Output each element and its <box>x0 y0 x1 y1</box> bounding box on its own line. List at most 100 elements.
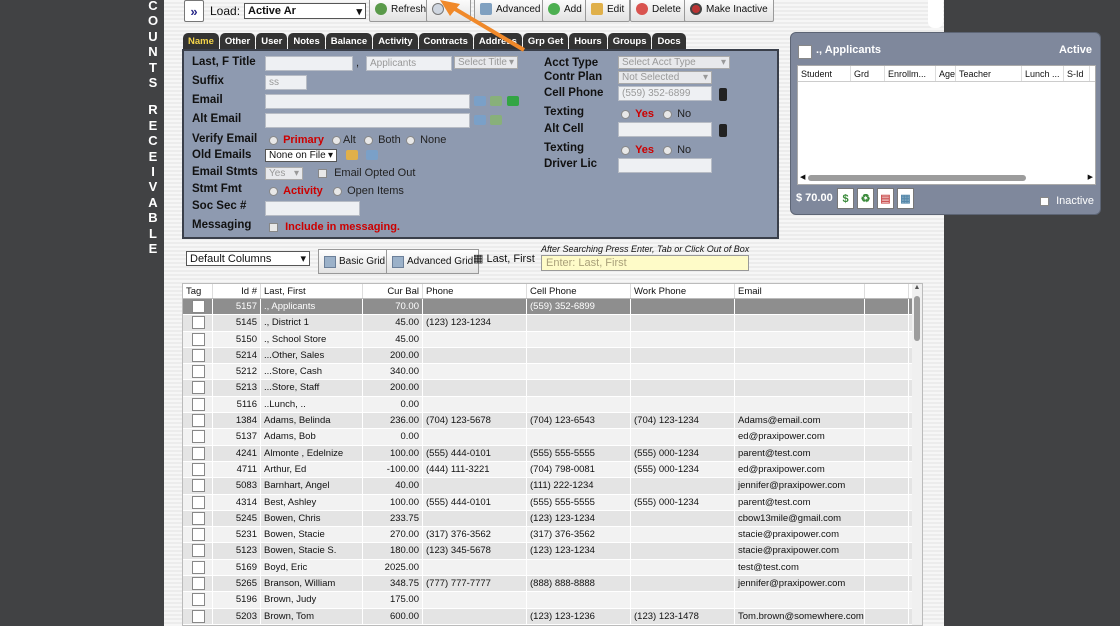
row-tag-checkbox[interactable] <box>192 332 205 346</box>
table-row[interactable]: 4314 Best, Ashley 100.00 (555) 444-0101 (555… <box>183 494 922 511</box>
table-row[interactable]: 5145., District 1 45.00 (123) 123-1234 <box>183 315 922 332</box>
table-row[interactable]: 5137 Adams, Bob 0.00 ed@praxipower.com <box>183 429 922 446</box>
row-tag-checkbox[interactable] <box>192 300 205 313</box>
tag-cell[interactable] <box>183 429 213 445</box>
email-input[interactable] <box>265 94 470 109</box>
make-inactive-button[interactable]: Make Inactive <box>684 0 774 22</box>
table-row[interactable]: 5231 Bowen, Stacie 270.00 (317) 376-3562 (31… <box>183 527 922 544</box>
students-column-header[interactable]: Student <box>798 66 851 81</box>
column-header[interactable]: Tag <box>183 284 213 298</box>
students-column-header[interactable]: Grd <box>851 66 885 81</box>
contr-plan-select[interactable]: Not Selected ▾ <box>618 71 712 84</box>
email-opted-out-checkbox[interactable]: Email Opted Out <box>318 167 415 179</box>
row-tag-checkbox[interactable] <box>192 348 205 362</box>
tab-notes[interactable]: Notes <box>288 33 325 49</box>
messaging-checkbox[interactable]: Include in messaging. <box>269 221 400 233</box>
row-tag-checkbox[interactable] <box>192 316 205 330</box>
tag-cell[interactable] <box>183 543 213 559</box>
row-tag-checkbox[interactable] <box>192 479 205 493</box>
vertical-scrollbar[interactable]: ▲ <box>912 284 922 625</box>
table-row[interactable]: 5213 ...Store, Staff 200.00 <box>183 380 922 397</box>
refresh-button[interactable]: Refresh <box>369 0 433 22</box>
tag-cell[interactable] <box>183 445 213 461</box>
students-column-header[interactable]: Age <box>936 66 956 81</box>
column-header[interactable] <box>865 284 909 298</box>
row-tag-checkbox[interactable] <box>192 397 205 411</box>
table-row[interactable]: 5083 Barnhart, Angel 40.00 (111) 222-1234 je… <box>183 478 922 495</box>
texting-no-radio[interactable]: No <box>663 108 691 120</box>
table-row[interactable]: 4241 Almonte , Edelnize 100.00 (555) 444-01… <box>183 445 922 462</box>
row-tag-checkbox[interactable] <box>192 577 205 591</box>
inactive-checkbox[interactable]: Inactive <box>1040 195 1094 207</box>
tag-cell[interactable] <box>183 413 213 429</box>
verify-none-radio[interactable]: None <box>406 134 446 146</box>
horizontal-scroll-thumb[interactable] <box>808 175 1026 181</box>
table-row[interactable]: 5212 ...Store, Cash 340.00 <box>183 364 922 381</box>
tag-cell[interactable] <box>183 608 213 624</box>
tag-cell[interactable] <box>183 347 213 364</box>
old-emails-select[interactable]: None on File ▾ <box>265 149 337 162</box>
mailbox-icon[interactable] <box>366 150 378 160</box>
row-tag-checkbox[interactable] <box>192 495 205 509</box>
column-header[interactable]: Phone <box>423 284 527 298</box>
tag-cell[interactable] <box>183 576 213 592</box>
columns-select[interactable]: Default Columns ▾ <box>186 251 310 266</box>
table-row[interactable]: 5214 ...Other, Sales 200.00 <box>183 347 922 365</box>
column-header[interactable]: Email <box>735 284 865 298</box>
students-column-header[interactable]: Teacher <box>956 66 1022 81</box>
column-header[interactable]: Last, First <box>261 284 363 298</box>
table-row[interactable]: 5116 ..Lunch, .. 0.00 <box>183 396 922 414</box>
driver-lic-input[interactable] <box>618 158 712 173</box>
search-input[interactable]: Enter: Last, First <box>541 255 749 271</box>
table-row[interactable]: 5123 Bowen, Stacie S. 180.00 (123) 345-5678… <box>183 543 922 560</box>
row-tag-checkbox[interactable] <box>192 528 205 542</box>
row-tag-checkbox[interactable] <box>192 414 205 428</box>
table-row[interactable]: 5245 Bowen, Chris 233.75 (123) 123-1234 cbow… <box>183 510 922 528</box>
horizontal-scrollbar[interactable]: ◀ ▶ <box>800 174 1093 182</box>
tab-user[interactable]: User <box>256 33 288 49</box>
open-folder-icon[interactable] <box>346 150 358 160</box>
table-row[interactable]: 4711 Arthur, Ed -100.00 (444) 111-3221 (704)… <box>183 461 922 479</box>
verify-primary-radio[interactable]: Primary <box>269 134 324 146</box>
verify-both-radio[interactable]: Both <box>364 134 401 146</box>
table-row[interactable]: 5157., Applicants 70.00 (559) 352-6899 <box>183 299 922 316</box>
tag-cell[interactable] <box>183 592 213 608</box>
texting-yes-radio[interactable]: Yes <box>621 108 654 120</box>
row-tag-checkbox[interactable] <box>192 511 205 525</box>
title-select[interactable]: Select Title ▾ <box>454 56 518 69</box>
tag-cell[interactable] <box>183 396 213 413</box>
tag-cell[interactable] <box>183 510 213 527</box>
tag-cell[interactable] <box>183 315 213 331</box>
load-select[interactable]: Active Ar ▾ <box>244 3 367 19</box>
alt-texting-yes-radio[interactable]: Yes <box>621 144 654 156</box>
tag-cell[interactable] <box>183 299 213 315</box>
tab-name[interactable]: Name <box>183 33 219 49</box>
students-column-header[interactable]: Enrollm... <box>885 66 936 81</box>
expand-nav-button[interactable]: » <box>184 0 204 22</box>
verify-alt-radio[interactable]: Alt <box>332 134 356 146</box>
dollar-icon[interactable]: $ <box>837 188 854 209</box>
tab-activity[interactable]: Activity <box>373 33 418 49</box>
soc-sec-input[interactable] <box>265 201 360 216</box>
tab-groups[interactable]: Groups <box>607 33 652 49</box>
send-alt-email-icon[interactable] <box>490 115 502 125</box>
calendar-icon[interactable]: ▤ <box>877 188 894 209</box>
summary-select-checkbox[interactable] <box>798 45 812 59</box>
tab-hours[interactable]: Hours <box>569 33 607 49</box>
column-header[interactable]: Id # <box>213 284 261 298</box>
email-stmts-select[interactable]: Yes ▾ <box>265 167 303 180</box>
students-column-header[interactable]: Lunch ... <box>1022 66 1064 81</box>
tab-other[interactable]: Other <box>219 33 256 49</box>
cell-phone-input[interactable]: (559) 352-6899 <box>618 86 712 101</box>
advanced-grid-button[interactable]: Advanced Grid <box>386 249 480 274</box>
basic-grid-button[interactable]: Basic Grid <box>318 249 392 274</box>
row-tag-checkbox[interactable] <box>192 609 205 623</box>
swap-arrows-icon[interactable] <box>507 96 519 106</box>
tab-balance[interactable]: Balance <box>325 33 373 49</box>
table-row[interactable]: 5150., School Store 45.00 <box>183 331 922 348</box>
column-header[interactable]: Cur Bal <box>363 284 423 298</box>
alt-email-input[interactable] <box>265 113 470 128</box>
column-header[interactable]: Cell Phone <box>527 284 631 298</box>
row-tag-checkbox[interactable] <box>192 544 205 558</box>
scroll-right-icon[interactable]: ▶ <box>1088 173 1093 181</box>
